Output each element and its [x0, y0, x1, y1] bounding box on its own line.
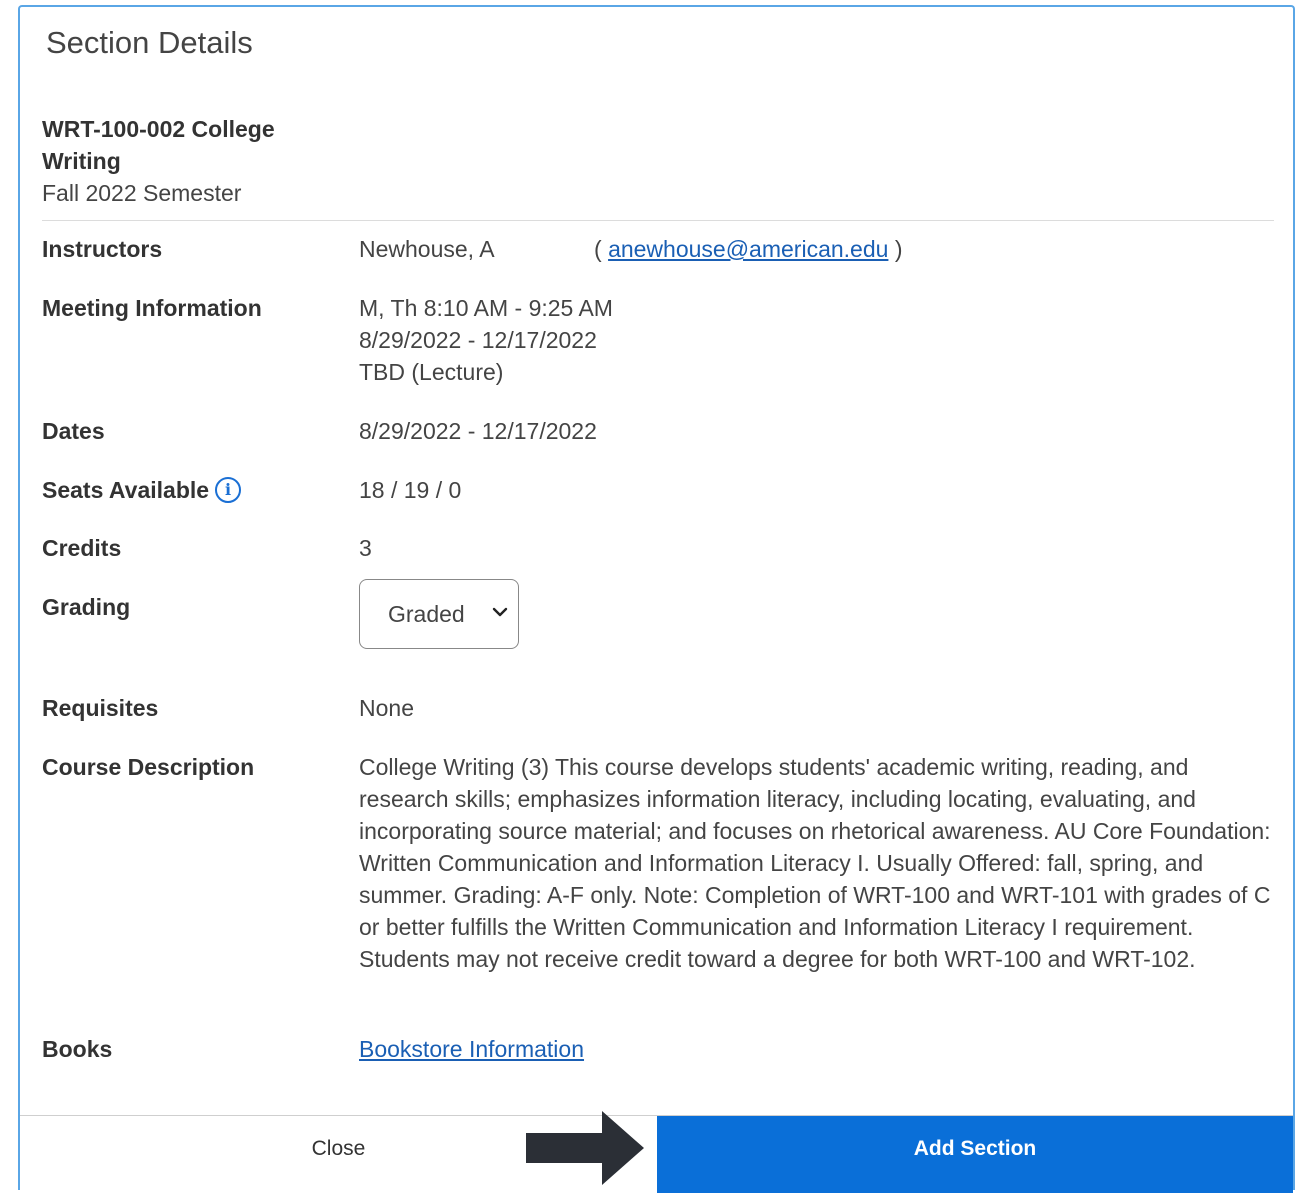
instructors-value: Newhouse, A ( anewhouse@american.edu )	[359, 233, 1271, 265]
meeting-dates: 8/29/2022 - 12/17/2022	[359, 327, 597, 353]
books-label: Books	[42, 1036, 113, 1062]
meeting-location: TBD (Lecture)	[359, 359, 504, 385]
description-value: College Writing (3) This course develops…	[359, 754, 1271, 972]
dates-value: 8/29/2022 - 12/17/2022	[359, 418, 597, 444]
grading-label: Grading	[42, 594, 131, 620]
course-header: WRT-100-002 College Writing Fall 2022 Se…	[42, 113, 342, 209]
instructor-email-wrap: ( anewhouse@american.edu )	[594, 233, 902, 265]
header-divider	[42, 220, 1274, 221]
books-value: Bookstore Information	[359, 1033, 1271, 1065]
open-paren: (	[594, 236, 602, 262]
chevron-down-icon	[492, 607, 508, 617]
seats-label: Seats Available	[42, 477, 210, 503]
seats-value: 18 / 19 / 0	[359, 477, 462, 503]
instructors-label: Instructors	[42, 236, 163, 262]
credits-value: 3	[359, 535, 372, 561]
course-name: WRT-100-002 College Writing	[42, 116, 275, 174]
add-section-button[interactable]: Add Section	[657, 1116, 1293, 1193]
meeting-days-time: M, Th 8:10 AM - 9:25 AM	[359, 295, 613, 321]
grading-select[interactable]: Graded	[359, 579, 519, 649]
meeting-value: M, Th 8:10 AM - 9:25 AM 8/29/2022 - 12/1…	[359, 292, 1271, 388]
dialog-title: Section Details	[46, 25, 253, 60]
grading-selected-value: Graded	[388, 601, 465, 627]
requisites-value: None	[359, 695, 414, 721]
close-paren: )	[894, 236, 903, 262]
info-icon[interactable]: i	[215, 476, 242, 503]
requisites-label: Requisites	[42, 695, 159, 721]
instructor-name: Newhouse, A	[359, 236, 495, 262]
seats-label-wrap: Seats Available i	[42, 474, 242, 506]
dates-label: Dates	[42, 418, 105, 444]
instructor-email-link[interactable]: anewhouse@american.edu	[608, 236, 888, 262]
description-label: Course Description	[42, 754, 255, 780]
credits-label: Credits	[42, 535, 122, 561]
course-term: Fall 2022 Semester	[42, 180, 242, 206]
meeting-label: Meeting Information	[42, 295, 262, 321]
arrow-right-icon	[526, 1111, 644, 1185]
dialog-footer: Close Add Section	[20, 1115, 1293, 1193]
section-details-dialog: Section Details WRT-100-002 College Writ…	[18, 5, 1295, 1193]
bookstore-link[interactable]: Bookstore Information	[359, 1036, 584, 1062]
